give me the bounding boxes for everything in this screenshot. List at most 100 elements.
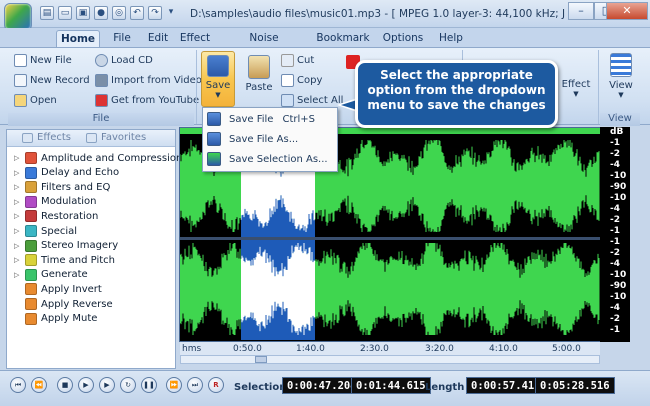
floppy-icon: [207, 112, 221, 126]
effect-icon: [25, 210, 37, 223]
load-cd-button[interactable]: Load CD: [95, 52, 153, 68]
expand-arrow-icon[interactable]: ▷: [14, 154, 22, 162]
tree-item[interactable]: Apply Mute: [14, 312, 97, 326]
db-tick-label: -90: [610, 281, 627, 291]
go-to-end-icon[interactable]: ⏭: [187, 377, 203, 393]
tree-item[interactable]: ▷ Generate: [14, 268, 88, 282]
expand-arrow-icon[interactable]: ▷: [14, 198, 22, 206]
copy-button[interactable]: Copy: [281, 72, 322, 88]
tree-item[interactable]: ▷ Stereo Imagery: [14, 239, 118, 253]
tree-item[interactable]: ▷ Modulation: [14, 195, 97, 209]
quick-open-icon[interactable]: ▭: [58, 6, 72, 20]
tree-item-label: Amplitude and Compression: [41, 152, 183, 164]
tab-help[interactable]: Help: [434, 30, 468, 48]
play-icon[interactable]: ▶: [78, 377, 94, 393]
new-record-button[interactable]: New Record: [14, 72, 90, 88]
tab-home[interactable]: Home: [56, 30, 100, 48]
quick-cd-icon[interactable]: ◎: [112, 6, 126, 20]
length-label: Length: [425, 382, 465, 393]
minimize-button[interactable]: –: [568, 2, 594, 20]
tab-favorites[interactable]: Favorites: [86, 132, 146, 143]
expand-arrow-icon[interactable]: ▷: [14, 227, 22, 235]
quick-redo-icon[interactable]: ↷: [148, 6, 162, 20]
open-button[interactable]: Open: [14, 92, 57, 108]
tab-options[interactable]: Options: [380, 30, 426, 48]
tab-edit[interactable]: Edit: [140, 30, 176, 48]
selection-end-field[interactable]: 0:01:44.615: [351, 377, 431, 394]
tree-item[interactable]: ▷ Restoration: [14, 209, 98, 223]
menu-item-save-selection-as[interactable]: Save Selection As...: [203, 149, 337, 169]
length-field[interactable]: 0:00:57.411: [466, 377, 546, 394]
import-video-button[interactable]: Import from Video: [95, 72, 202, 88]
pause-icon[interactable]: ❚❚: [141, 377, 157, 393]
tree-item[interactable]: ▷ Time and Pitch: [14, 253, 115, 267]
stop-icon[interactable]: ■: [57, 377, 73, 393]
go-to-start-icon[interactable]: ⏮: [10, 377, 26, 393]
tab-file[interactable]: File: [104, 30, 140, 48]
db-tick-label: -10: [610, 270, 627, 280]
tree-item-label: Special: [41, 225, 78, 237]
menu-item-save-file[interactable]: Save File Ctrl+S: [203, 109, 337, 129]
view-list-icon: [610, 53, 632, 77]
file-group-label: File: [8, 113, 194, 126]
quick-new-icon[interactable]: ▤: [40, 6, 54, 20]
effect-button[interactable]: Effect ▼: [558, 55, 594, 98]
tree-item[interactable]: ▷ Delay and Echo: [14, 166, 119, 180]
total-length-field[interactable]: 0:05:28.516: [535, 377, 615, 394]
timeline-tick-label: 3:20.0: [425, 344, 454, 354]
tree-item[interactable]: Apply Reverse: [14, 297, 113, 311]
film-icon: [95, 73, 108, 87]
loop-icon[interactable]: ↻: [120, 377, 136, 393]
get-youtube-button[interactable]: Get from YouTube: [95, 92, 199, 108]
view-button[interactable]: View ▼: [604, 53, 638, 99]
record-button[interactable]: R: [208, 377, 224, 393]
folder-icon: [14, 93, 27, 107]
chevron-down-icon: ▼: [215, 91, 221, 99]
app-logo-icon[interactable]: [4, 3, 32, 31]
effect-icon: [25, 239, 37, 252]
expand-arrow-icon[interactable]: ▷: [14, 256, 22, 264]
effect-icon: [25, 312, 37, 325]
tab-effects[interactable]: Effects: [22, 132, 71, 143]
save-button[interactable]: Save ▼: [201, 51, 235, 107]
expand-arrow-icon[interactable]: ▷: [14, 183, 22, 191]
tree-item-label: Apply Invert: [41, 283, 102, 295]
db-tick-label: dB: [610, 127, 624, 137]
expand-arrow-icon[interactable]: ▷: [14, 212, 22, 220]
rewind-icon[interactable]: ⏪: [31, 377, 47, 393]
paste-button[interactable]: Paste: [242, 55, 276, 93]
db-tick-label: -1: [610, 138, 620, 148]
expand-arrow-icon[interactable]: ▷: [14, 169, 22, 177]
cut-button[interactable]: Cut: [281, 52, 314, 68]
db-tick-label: -2: [610, 149, 620, 159]
selection-start-field[interactable]: 0:00:47.204: [282, 377, 362, 394]
timeline-tick-label: 1:40.0: [296, 344, 325, 354]
menu-item-save-file-as[interactable]: Save File As...: [203, 129, 337, 149]
expand-arrow-icon[interactable]: ▷: [14, 271, 22, 279]
quick-save-icon[interactable]: ▣: [76, 6, 90, 20]
quick-access-dropdown-icon[interactable]: ▾: [166, 6, 176, 20]
select-all-button[interactable]: Select All: [281, 92, 343, 108]
chevron-down-icon: ▼: [618, 91, 624, 99]
tree-item[interactable]: Apply Invert: [14, 282, 102, 296]
tree-item-label: Stereo Imagery: [41, 240, 119, 252]
scissors-icon: [281, 53, 294, 67]
tree-item[interactable]: ▷ Amplitude and Compression: [14, 151, 182, 165]
tree-item[interactable]: ▷ Special: [14, 224, 77, 238]
horizontal-scrollbar[interactable]: [180, 355, 600, 364]
tree-item-label: Restoration: [41, 210, 99, 222]
fast-forward-icon[interactable]: ⏩: [166, 377, 182, 393]
tree-item[interactable]: ▷ Filters and EQ: [14, 180, 110, 194]
timeline-tick-label: 4:10.0: [489, 344, 518, 354]
tab-effect[interactable]: Effect: [176, 30, 214, 48]
close-button[interactable]: ✕: [606, 2, 648, 20]
quick-record-icon[interactable]: ●: [94, 6, 108, 20]
expand-arrow-icon[interactable]: ▷: [14, 242, 22, 250]
quick-undo-icon[interactable]: ↶: [130, 6, 144, 20]
scrollbar-thumb[interactable]: [255, 356, 267, 363]
channel-divider: [180, 237, 600, 240]
new-file-button[interactable]: New File: [14, 52, 72, 68]
play-selection-icon[interactable]: ▶: [99, 377, 115, 393]
tab-bookmark[interactable]: Bookmark: [314, 30, 372, 48]
tab-noise-reduction[interactable]: Noise Reduction: [222, 30, 306, 61]
